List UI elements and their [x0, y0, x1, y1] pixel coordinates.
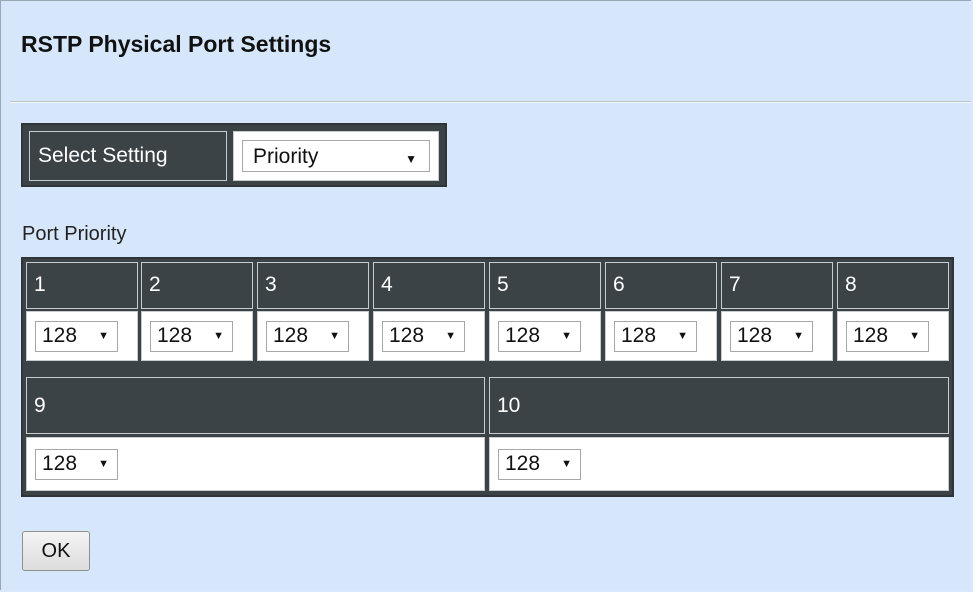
port-priority-select-1[interactable]: 128 ▼: [35, 321, 118, 352]
port-priority-select-6[interactable]: 128 ▼: [614, 321, 697, 352]
port-priority-value: 128: [505, 324, 541, 347]
port-priority-value: 128: [853, 324, 889, 347]
port-priority-value: 128: [389, 324, 425, 347]
ok-button[interactable]: OK: [22, 531, 90, 571]
port-cell-4: 128 ▼: [373, 311, 485, 361]
port-priority-select-9[interactable]: 128 ▼: [35, 449, 118, 480]
chevron-down-icon: ▼: [793, 330, 804, 342]
port-priority-select-5[interactable]: 128 ▼: [498, 321, 581, 352]
port-cell-8: 128 ▼: [837, 311, 949, 361]
port-priority-value: 128: [42, 324, 78, 347]
chevron-down-icon: ▼: [213, 330, 224, 342]
port-priority-select-8[interactable]: 128 ▼: [846, 321, 929, 352]
port-priority-label: Port Priority: [22, 223, 127, 245]
select-setting-value: Priority: [253, 145, 319, 168]
port-header-5: 5: [489, 262, 601, 309]
chevron-down-icon: ▼: [329, 330, 340, 342]
chevron-down-icon: ▼: [677, 330, 688, 342]
port-cell-7: 128 ▼: [721, 311, 833, 361]
port-cell-5: 128 ▼: [489, 311, 601, 361]
chevron-down-icon: ▼: [909, 330, 920, 342]
port-header-6: 6: [605, 262, 717, 309]
port-priority-select-4[interactable]: 128 ▼: [382, 321, 465, 352]
port-priority-value: 128: [505, 452, 541, 475]
select-setting-cell: Priority ▼: [233, 131, 439, 181]
port-header-9: 9: [26, 377, 485, 434]
page-frame: RSTP Physical Port Settings Select Setti…: [0, 0, 971, 590]
port-priority-value: 128: [42, 452, 78, 475]
port-priority-select-3[interactable]: 128 ▼: [266, 321, 349, 352]
port-priority-select-7[interactable]: 128 ▼: [730, 321, 813, 352]
port-header-3: 3: [257, 262, 369, 309]
divider: [10, 101, 971, 103]
port-cell-2: 128 ▼: [141, 311, 253, 361]
select-setting-panel: Select Setting Priority ▼: [21, 123, 447, 187]
port-priority-select-10[interactable]: 128 ▼: [498, 449, 581, 480]
port-priority-table: 1 2 3 4 5 6 7 8 128 ▼ 128 ▼ 128 ▼ 128 ▼ …: [21, 257, 954, 497]
chevron-down-icon: ▼: [561, 458, 572, 470]
port-cell-9: 128 ▼: [26, 437, 485, 491]
chevron-down-icon: ▼: [405, 152, 417, 166]
chevron-down-icon: ▼: [98, 330, 109, 342]
port-priority-value: 128: [737, 324, 773, 347]
port-cell-10: 128 ▼: [489, 437, 949, 491]
port-priority-value: 128: [621, 324, 657, 347]
chevron-down-icon: ▼: [561, 330, 572, 342]
chevron-down-icon: ▼: [98, 458, 109, 470]
port-priority-value: 128: [273, 324, 309, 347]
select-setting-dropdown[interactable]: Priority ▼: [242, 140, 430, 172]
chevron-down-icon: ▼: [445, 330, 456, 342]
port-priority-select-2[interactable]: 128 ▼: [150, 321, 233, 352]
port-header-10: 10: [489, 377, 949, 434]
port-priority-value: 128: [157, 324, 193, 347]
port-header-8: 8: [837, 262, 949, 309]
port-header-4: 4: [373, 262, 485, 309]
select-setting-label: Select Setting: [29, 131, 227, 181]
port-cell-3: 128 ▼: [257, 311, 369, 361]
page-title: RSTP Physical Port Settings: [21, 31, 332, 57]
port-header-1: 1: [26, 262, 138, 309]
port-header-7: 7: [721, 262, 833, 309]
port-header-2: 2: [141, 262, 253, 309]
port-cell-6: 128 ▼: [605, 311, 717, 361]
port-cell-1: 128 ▼: [26, 311, 138, 361]
